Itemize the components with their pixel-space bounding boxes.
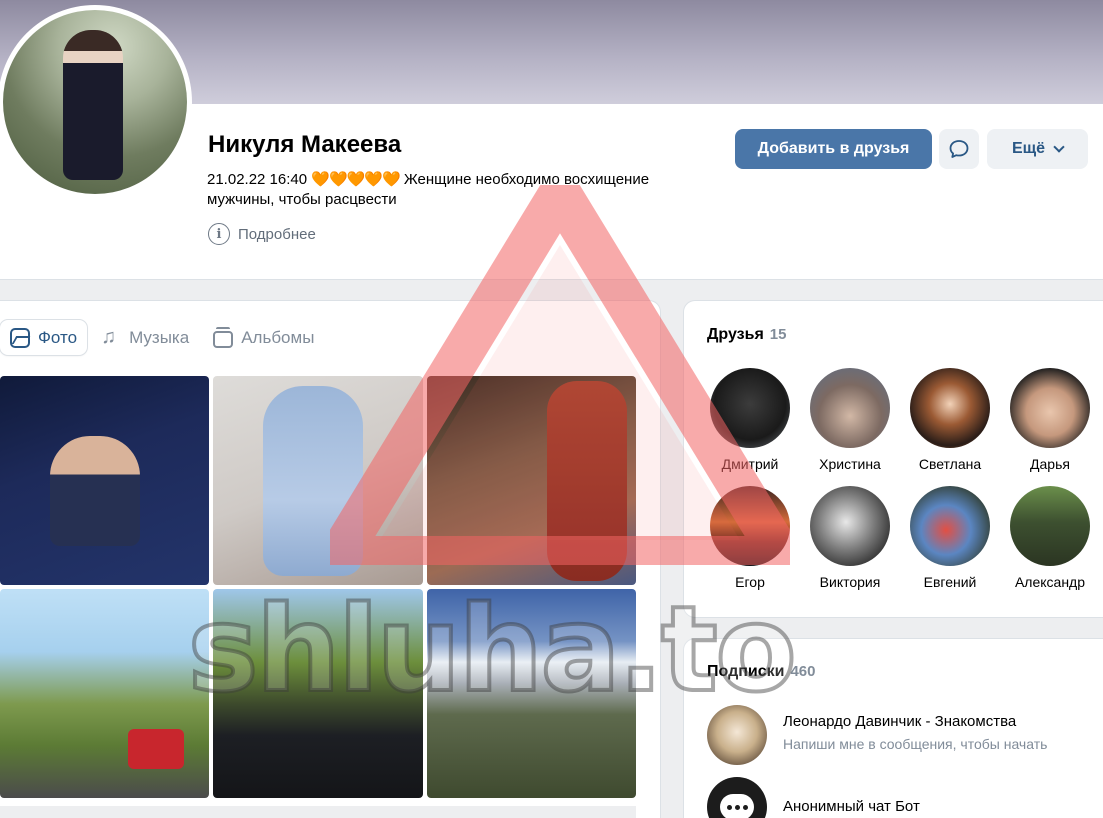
media-tabs: Фото Музыка Альбомы [0,320,328,355]
friend-name: Дмитрий [721,456,779,472]
tab-photos[interactable]: Фото [0,320,88,355]
subscription-avatar [707,705,767,765]
friends-title: Друзья [707,326,764,343]
message-bubble-icon [949,140,969,158]
more-info-label: Подробнее [238,225,316,243]
album-icon [213,327,234,348]
photo-thumbnail[interactable] [0,589,209,798]
subscription-name: Анонимный чат Бот [783,798,920,815]
photo-grid [0,376,636,798]
more-info-link[interactable]: i Подробнее [208,223,316,245]
status-text-line2: мужчины, чтобы расцвести [207,191,397,208]
friend-item[interactable]: Егор [700,486,800,590]
avatar-photo [3,10,187,194]
info-icon: i [208,223,230,245]
photo-thumbnail[interactable] [427,376,636,585]
photo-icon [10,327,30,348]
friend-name: Егор [735,574,765,590]
friends-grid: Дмитрий Христина Светлана Дарья Егор Вик… [700,368,1100,590]
friend-avatar [1010,368,1090,448]
subscription-name: Леонардо Давинчик - Знакомства [783,713,1017,730]
friend-item[interactable]: Дарья [1000,368,1100,472]
friend-name: Евгений [923,574,977,590]
friend-avatar [810,486,890,566]
friends-header[interactable]: Друзья 15 [707,326,786,344]
photo-thumbnail[interactable] [213,589,423,798]
friend-item[interactable]: Евгений [900,486,1000,590]
friend-item[interactable]: Виктория [800,486,900,590]
chevron-down-icon [1053,140,1065,153]
media-card-bottom [0,806,636,818]
more-label: Ещё [1011,140,1046,157]
heart-emojis: 🧡🧡🧡🧡🧡 [311,171,400,188]
tab-music-label: Музыка [129,327,190,347]
friend-name: Христина [819,456,881,472]
friend-name: Александр [1014,574,1086,590]
friend-item[interactable]: Александр [1000,486,1100,590]
friend-name: Светлана [918,456,982,472]
friend-item[interactable]: Дмитрий [700,368,800,472]
message-button[interactable] [939,129,979,169]
subscription-desc: Напиши мне в сообщения, чтобы начать [783,736,1048,752]
friend-avatar [1010,486,1090,566]
more-dropdown-button[interactable]: Ещё [987,129,1088,169]
avatar-figure [63,30,123,180]
subscriptions-title: Подписки [707,663,785,680]
friend-avatar [810,368,890,448]
photo-thumbnail[interactable] [0,376,209,585]
subscription-avatar [707,777,767,818]
friend-item[interactable]: Христина [800,368,900,472]
friend-avatar [710,486,790,566]
profile-name: Никуля Макеева [208,131,402,158]
friend-name: Виктория [819,574,881,590]
tab-photos-label: Фото [38,327,78,347]
friend-avatar [710,368,790,448]
profile-avatar[interactable] [0,5,192,199]
photo-thumbnail[interactable] [427,589,636,798]
tab-music[interactable]: Музыка [91,320,199,355]
friend-item[interactable]: Светлана [900,368,1000,472]
profile-status: 21.02.22 16:40 🧡🧡🧡🧡🧡 Женщине необходимо … [207,170,727,210]
friend-avatar [910,486,990,566]
chat-bubble-icon [720,794,754,818]
friend-avatar [910,368,990,448]
subscription-item[interactable]: Леонардо Давинчик - Знакомства Напиши мн… [707,705,1088,765]
subscriptions-header[interactable]: Подписки 460 [707,663,816,681]
tab-albums[interactable]: Альбомы [203,320,324,355]
music-icon [101,327,121,348]
photo-thumbnail[interactable] [213,376,423,585]
subscriptions-count: 460 [790,663,816,680]
friend-name: Дарья [1030,456,1070,472]
tab-albums-label: Альбомы [241,327,315,347]
add-friend-button[interactable]: Добавить в друзья [735,129,932,169]
subscription-item[interactable]: Анонимный чат Бот [707,777,920,818]
status-date: 21.02.22 16:40 [207,171,308,188]
friends-count: 15 [769,326,787,343]
status-text: Женщине необходимо восхищение [403,171,650,188]
